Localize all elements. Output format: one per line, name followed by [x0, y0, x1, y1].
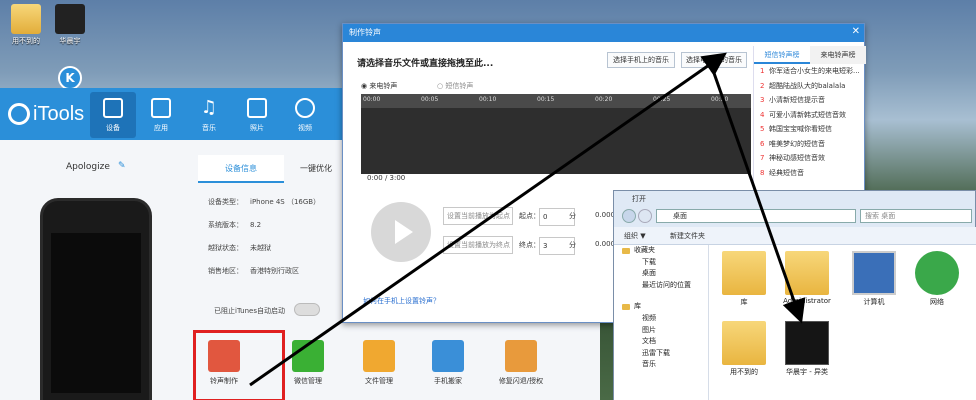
arrow-to-song — [706, 55, 806, 324]
annotation-arrows — [249, 52, 806, 387]
arrow-to-pc-music — [249, 52, 727, 387]
